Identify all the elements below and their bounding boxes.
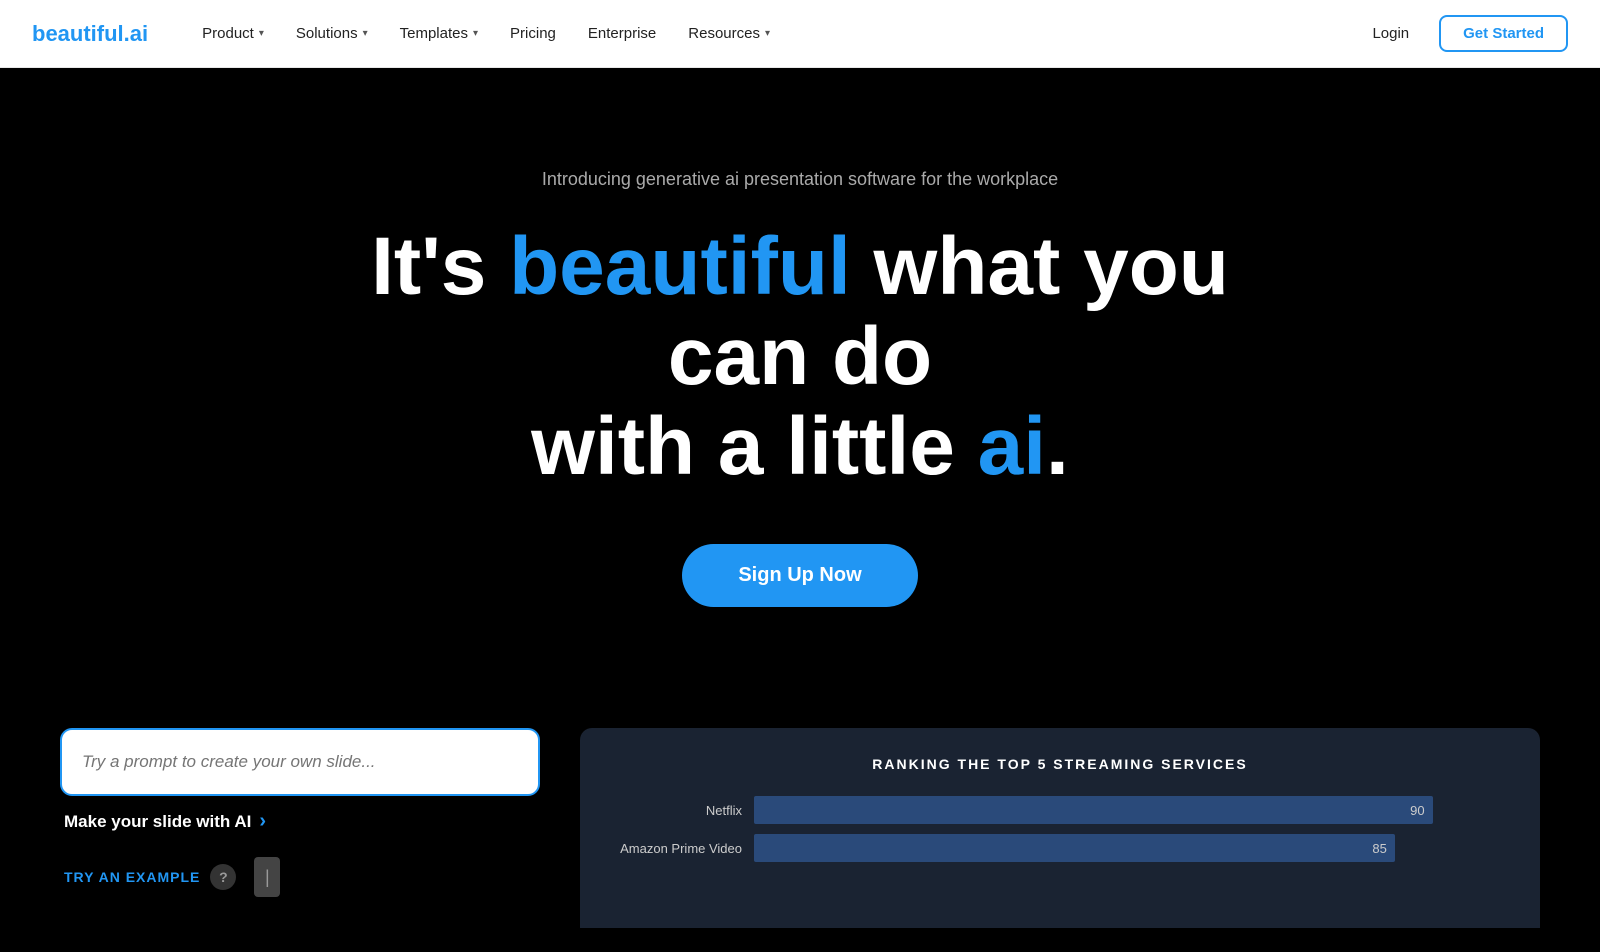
nav-item-pricing[interactable]: Pricing [496, 17, 570, 50]
nav-item-templates[interactable]: Templates ▾ [386, 17, 492, 50]
bottom-section: Make your slide with AI › TRY AN EXAMPLE… [0, 688, 1600, 928]
scrollbar-handle: | [254, 857, 280, 897]
chart-row-amazon: Amazon Prime Video 85 [612, 834, 1508, 862]
chart-bar-fill-amazon: 85 [754, 834, 1395, 862]
hero-title-blue2: ai [978, 401, 1046, 492]
chevron-down-icon: ▾ [473, 28, 478, 39]
hero-title-part1: It's [371, 221, 509, 312]
navbar-right: Login Get Started [1358, 15, 1568, 52]
try-example-link[interactable]: TRY AN EXAMPLE [64, 869, 200, 885]
chevron-down-icon: ▾ [363, 28, 368, 39]
make-slide-link[interactable]: Make your slide with AI › [60, 810, 540, 833]
chart-bar-value-amazon: 85 [1372, 841, 1386, 856]
nav-label-pricing: Pricing [510, 25, 556, 42]
nav-label-resources: Resources [688, 25, 760, 42]
brand-logo[interactable]: beautiful.ai [32, 21, 148, 47]
nav-label-templates: Templates [400, 25, 468, 42]
chart-bar-fill-netflix: 90 [754, 796, 1433, 824]
chart-bar-value-netflix: 90 [1410, 803, 1424, 818]
get-started-button[interactable]: Get Started [1439, 15, 1568, 52]
make-slide-label: Make your slide with AI [64, 812, 251, 832]
hero-title-blue1: beautiful [509, 221, 851, 312]
hero-title-period: . [1046, 401, 1069, 492]
nav-label-product: Product [202, 25, 254, 42]
chart-title: RANKING THE TOP 5 STREAMING SERVICES [612, 756, 1508, 772]
nav-item-product[interactable]: Product ▾ [188, 17, 278, 50]
chart-panel: RANKING THE TOP 5 STREAMING SERVICES Net… [580, 728, 1540, 928]
chart-label-amazon: Amazon Prime Video [612, 841, 742, 856]
chart-bar-track-amazon: 85 [754, 834, 1508, 862]
arrow-right-icon: › [259, 810, 266, 833]
chevron-down-icon: ▾ [765, 28, 770, 39]
chart-row-netflix: Netflix 90 [612, 796, 1508, 824]
help-icon[interactable]: ? [210, 864, 236, 890]
nav-item-enterprise[interactable]: Enterprise [574, 17, 670, 50]
hero-section: Introducing generative ai presentation s… [0, 68, 1600, 688]
nav-menu: Product ▾ Solutions ▾ Templates ▾ Pricin… [188, 17, 1358, 50]
login-button[interactable]: Login [1358, 17, 1423, 50]
hero-title: It's beautiful what you can do with a li… [350, 222, 1250, 493]
nav-label-solutions: Solutions [296, 25, 358, 42]
brand-name-prefix: beautiful [32, 21, 124, 46]
navbar: beautiful.ai Product ▾ Solutions ▾ Templ… [0, 0, 1600, 68]
ai-panel: Make your slide with AI › TRY AN EXAMPLE… [60, 728, 540, 897]
hero-title-part3: with a little [531, 401, 977, 492]
chart-bar-track-netflix: 90 [754, 796, 1508, 824]
chart-label-netflix: Netflix [612, 803, 742, 818]
signup-button[interactable]: Sign Up Now [682, 544, 917, 607]
nav-item-resources[interactable]: Resources ▾ [674, 17, 784, 50]
chevron-down-icon: ▾ [259, 28, 264, 39]
nav-item-solutions[interactable]: Solutions ▾ [282, 17, 382, 50]
ai-prompt-input[interactable] [60, 728, 540, 796]
nav-label-enterprise: Enterprise [588, 25, 656, 42]
hero-subtitle: Introducing generative ai presentation s… [542, 169, 1058, 190]
brand-name-suffix: .ai [124, 21, 148, 46]
